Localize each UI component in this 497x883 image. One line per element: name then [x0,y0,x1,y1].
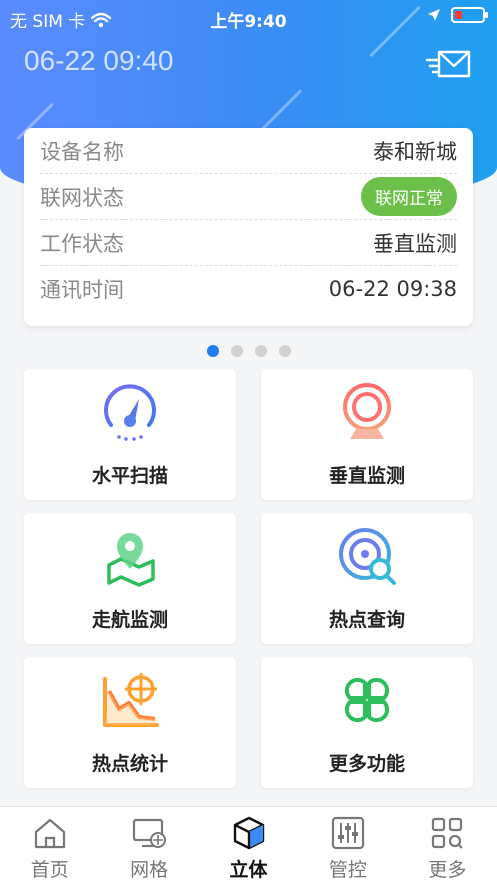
horizontal-scan-tile[interactable]: 水平扫描 [24,369,236,500]
tile-label: 垂直监测 [328,465,405,487]
sliders-icon [331,816,365,850]
device-name-label: 设备名称 [40,139,124,164]
network-status-badge: 联网正常 [361,177,457,216]
page-dot[interactable] [230,345,243,357]
page-indicator[interactable] [0,345,497,357]
clover-icon [344,677,390,723]
tab-home[interactable]: 首页 [0,807,99,883]
tile-label: 热点统计 [91,753,168,775]
page-dot[interactable] [278,345,291,357]
network-status-row: 联网状态 联网正常 [40,174,457,220]
device-info-card: 设备名称 泰和新城 联网状态 联网正常 工作状态 垂直监测 通讯时间 06-22… [24,128,473,326]
tab-grid[interactable]: 网格 [99,807,198,883]
tile-label: 更多功能 [328,753,405,775]
gauge-icon [104,384,156,441]
home-icon [34,818,65,849]
tab-label: 立体 [229,859,268,881]
more-functions-tile[interactable]: 更多功能 [261,657,473,788]
cube-icon [233,816,264,850]
tab-label: 首页 [30,859,69,881]
page-dot[interactable] [254,345,267,357]
work-status-value: 垂直监测 [373,231,457,256]
work-status-row: 工作状态 垂直监测 [40,220,457,266]
network-status-label: 联网状态 [40,185,124,210]
status-bar: 无 SIM 卡 上午9:40 [0,0,497,34]
tab-control[interactable]: 管控 [298,807,397,883]
tab-label: 管控 [328,859,367,881]
vertical-monitor-tile[interactable]: 垂直监测 [261,369,473,500]
comm-time-value: 06-22 09:38 [328,277,457,301]
grid-monitor-icon [133,818,167,848]
clock: 上午9:40 [210,12,287,32]
location-arrow-icon [428,9,440,21]
webcam-icon [343,383,391,439]
hotspot-stats-tile[interactable]: 热点统计 [24,657,236,788]
map-pin-icon [107,533,155,587]
comm-time-row: 通讯时间 06-22 09:38 [40,266,457,312]
apps-icon [432,817,464,849]
mail-icon[interactable] [425,48,473,80]
tab-more[interactable]: 更多 [398,807,497,883]
work-status-label: 工作状态 [40,231,124,256]
tab-label: 更多 [428,859,467,881]
tab-bar: 首页 网格 立体 管控 更多 [0,806,497,883]
page-dot[interactable] [206,345,219,357]
navigation-monitor-tile[interactable]: 走航监测 [24,513,236,644]
tile-label: 水平扫描 [91,465,168,487]
tab-3d[interactable]: 立体 [199,807,298,883]
tile-label: 走航监测 [91,609,168,631]
chart-target-icon [103,673,159,727]
hotspot-query-tile[interactable]: 热点查询 [261,513,473,644]
device-name-value: 泰和新城 [373,139,457,164]
radar-search-icon [339,528,396,585]
battery-icon [451,7,488,23]
device-name-row: 设备名称 泰和新城 [40,128,457,174]
tile-label: 热点查询 [328,609,405,631]
header-datetime: 06-22 09:40 [24,45,174,76]
comm-time-label: 通讯时间 [40,278,124,302]
tab-label: 网格 [130,859,169,881]
